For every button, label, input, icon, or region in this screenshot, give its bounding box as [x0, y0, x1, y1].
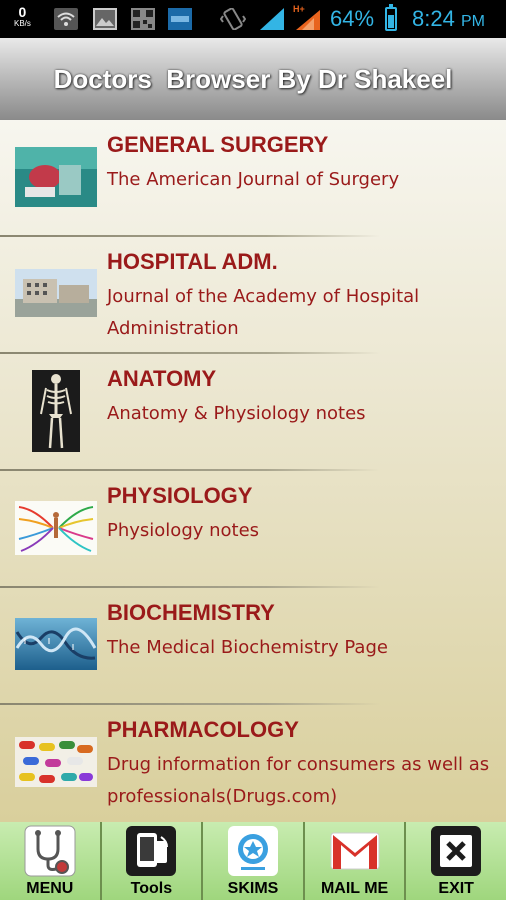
- signal-strength-icon-2: [296, 10, 320, 30]
- net-speed-unit: KB/s: [14, 19, 31, 28]
- pills-thumbnail-icon: [15, 737, 97, 787]
- app-notification-icon: [168, 8, 192, 30]
- app-title-bar: Doctors Browser By Dr Shakeel: [0, 38, 506, 120]
- menu-button[interactable]: MENU: [0, 822, 102, 900]
- app-title: Doctors Browser By Dr Shakeel: [53, 63, 453, 94]
- item-subtitle: The Medical Biochemistry Page: [107, 637, 388, 658]
- exit-icon: [431, 826, 482, 876]
- status-bar: 0 KB/s H+ 64% 8:24 PM: [0, 0, 506, 38]
- clock: 8:24 PM: [412, 6, 485, 32]
- item-subtitle: Physiology notes: [107, 520, 260, 541]
- signal-strength-icon-1: [260, 8, 284, 30]
- item-subtitle: Journal of the Academy of Hospital Admin…: [107, 286, 420, 339]
- stethoscope-icon: [24, 825, 76, 877]
- vibrate-icon: [220, 8, 246, 30]
- category-list: GENERAL SURGERY The American Journal of …: [0, 120, 506, 822]
- battery-percent: 64%: [330, 6, 375, 31]
- tab-label: MENU: [26, 880, 74, 897]
- hospital-thumbnail-icon: [15, 269, 97, 317]
- item-subtitle: The American Journal of Surgery: [107, 169, 400, 190]
- list-item-physiology[interactable]: PHYSIOLOGY Physiology notes: [0, 471, 506, 588]
- tab-label: SKIMS: [227, 880, 279, 897]
- item-title: HOSPITAL ADM.: [107, 249, 278, 274]
- item-subtitle: Drug information for consumers as well a…: [107, 754, 490, 807]
- tablet-icon: [126, 826, 177, 876]
- item-title: PHARMACOLOGY: [107, 717, 299, 742]
- skims-button[interactable]: SKIMS: [203, 822, 305, 900]
- physiology-thumbnail-icon: [15, 501, 97, 555]
- clock-time: 8:24: [412, 6, 455, 31]
- tab-label: EXIT: [438, 880, 474, 897]
- surgery-thumbnail-icon: [15, 147, 97, 207]
- bottom-nav-bar: MENU Tools SKIMS MAIL ME EXIT: [0, 822, 506, 900]
- list-item-hospital-adm[interactable]: HOSPITAL ADM. Journal of the Academy of …: [0, 237, 506, 354]
- tab-label: Tools: [130, 880, 173, 897]
- list-item-biochemistry[interactable]: BIOCHEMISTRY The Medical Biochemistry Pa…: [0, 588, 506, 705]
- tools-button[interactable]: Tools: [102, 822, 204, 900]
- item-title: ANATOMY: [107, 366, 217, 391]
- list-item-general-surgery[interactable]: GENERAL SURGERY The American Journal of …: [0, 120, 506, 237]
- item-title: PHYSIOLOGY: [107, 483, 253, 508]
- battery-icon: [385, 4, 397, 31]
- net-speed-indicator: 0 KB/s: [14, 4, 31, 30]
- item-title: GENERAL SURGERY: [107, 132, 329, 157]
- skims-logo-icon: [227, 826, 278, 876]
- clock-ampm: PM: [460, 13, 485, 30]
- net-speed-value: 0: [18, 4, 27, 20]
- gmail-icon: [330, 832, 380, 870]
- item-title: BIOCHEMISTRY: [107, 600, 275, 625]
- image-icon: [93, 8, 117, 30]
- item-subtitle: Anatomy & Physiology notes: [107, 403, 366, 424]
- wifi-icon: [54, 8, 78, 30]
- mail-me-button[interactable]: MAIL ME: [305, 822, 407, 900]
- dna-thumbnail-icon: [15, 618, 97, 670]
- list-item-pharmacology[interactable]: PHARMACOLOGY Drug information for consum…: [0, 705, 506, 822]
- list-item-anatomy[interactable]: ANATOMY Anatomy & Physiology notes: [0, 354, 506, 471]
- skeleton-thumbnail-icon: [32, 370, 80, 452]
- exit-button[interactable]: EXIT: [406, 822, 506, 900]
- qr-code-icon: [131, 8, 155, 30]
- tab-label: MAIL ME: [320, 880, 389, 897]
